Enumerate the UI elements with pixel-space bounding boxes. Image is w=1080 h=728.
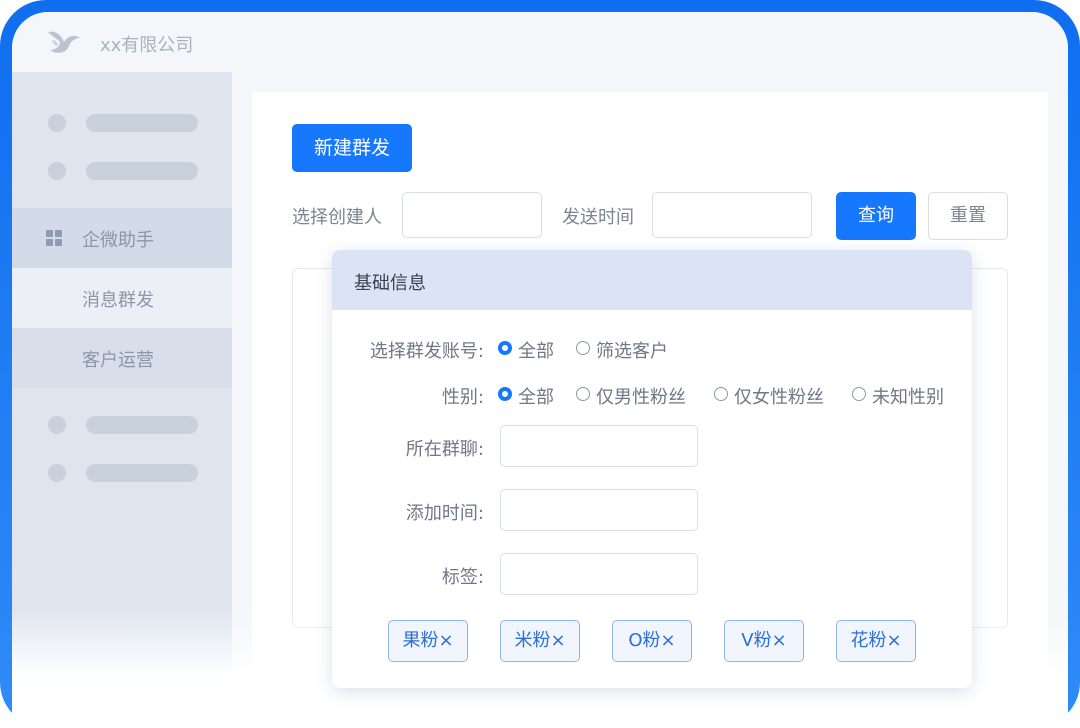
new-mass-message-button[interactable]: 新建群发 — [292, 124, 412, 172]
sidebar-item-mass-message[interactable]: 消息群发 — [12, 268, 232, 328]
radio-icon — [498, 387, 512, 401]
skeleton-dot — [48, 162, 66, 180]
skeleton-bar — [86, 416, 198, 434]
creator-label: 选择创建人 — [292, 207, 382, 228]
radio-icon — [576, 341, 590, 355]
title-bar: xx有限公司 — [12, 12, 1068, 72]
basic-info-modal: 基础信息 选择群发账号: 全部 筛选客户 性别: 全部 仅男性粉丝 仅女性粉丝 … — [332, 250, 972, 688]
tag-chip[interactable]: O粉× — [612, 620, 692, 662]
radio-icon — [498, 341, 512, 355]
skeleton-dot — [48, 114, 66, 132]
skeleton-bar — [86, 162, 198, 180]
radio-label: 仅男性粉丝 — [596, 387, 686, 408]
tag-chip[interactable]: V粉× — [724, 620, 804, 662]
radio-label: 全部 — [518, 387, 554, 408]
sidebar-item-customer-ops[interactable]: 客户运营 — [12, 328, 232, 388]
gender-label: 性别: — [441, 387, 484, 408]
tags-input[interactable] — [500, 553, 698, 595]
radio-icon — [852, 387, 866, 401]
tags-label: 标签: — [441, 567, 484, 588]
group-chat-input[interactable] — [500, 425, 698, 467]
query-button[interactable]: 查询 — [836, 192, 916, 240]
add-time-label: 添加时间: — [405, 503, 484, 524]
sidebar-group-label: 企微助手 — [82, 230, 154, 251]
radio-label: 筛选客户 — [596, 341, 668, 362]
grid-icon — [46, 230, 62, 246]
send-time-input[interactable] — [652, 192, 812, 238]
modal-header: 基础信息 — [332, 250, 972, 310]
radio-label: 未知性别 — [872, 387, 944, 408]
radio-label: 仅女性粉丝 — [734, 387, 824, 408]
modal-title: 基础信息 — [354, 273, 426, 294]
reset-button[interactable]: 重置 — [928, 192, 1008, 240]
sidebar-item-label: 客户运营 — [82, 350, 154, 371]
group-chat-label: 所在群聊: — [405, 439, 484, 460]
tag-chip[interactable]: 米粉× — [500, 620, 580, 662]
creator-input[interactable] — [402, 192, 542, 238]
account-label: 选择群发账号: — [369, 341, 484, 362]
skeleton-dot — [48, 464, 66, 482]
skeleton-bar — [86, 464, 198, 482]
add-time-input[interactable] — [500, 489, 698, 531]
tag-chip[interactable]: 果粉× — [388, 620, 468, 662]
sidebar-item-label: 消息群发 — [82, 290, 154, 311]
radio-label: 全部 — [518, 341, 554, 362]
radio-icon — [714, 387, 728, 401]
company-name: xx有限公司 — [100, 35, 194, 56]
sidebar-group-wecom-assistant[interactable]: 企微助手 — [12, 208, 232, 268]
radio-icon — [576, 387, 590, 401]
tag-chip[interactable]: 花粉× — [836, 620, 916, 662]
send-time-label: 发送时间 — [562, 207, 634, 228]
skeleton-bar — [86, 114, 198, 132]
skeleton-dot — [48, 416, 66, 434]
logo-bird-icon — [48, 31, 80, 53]
